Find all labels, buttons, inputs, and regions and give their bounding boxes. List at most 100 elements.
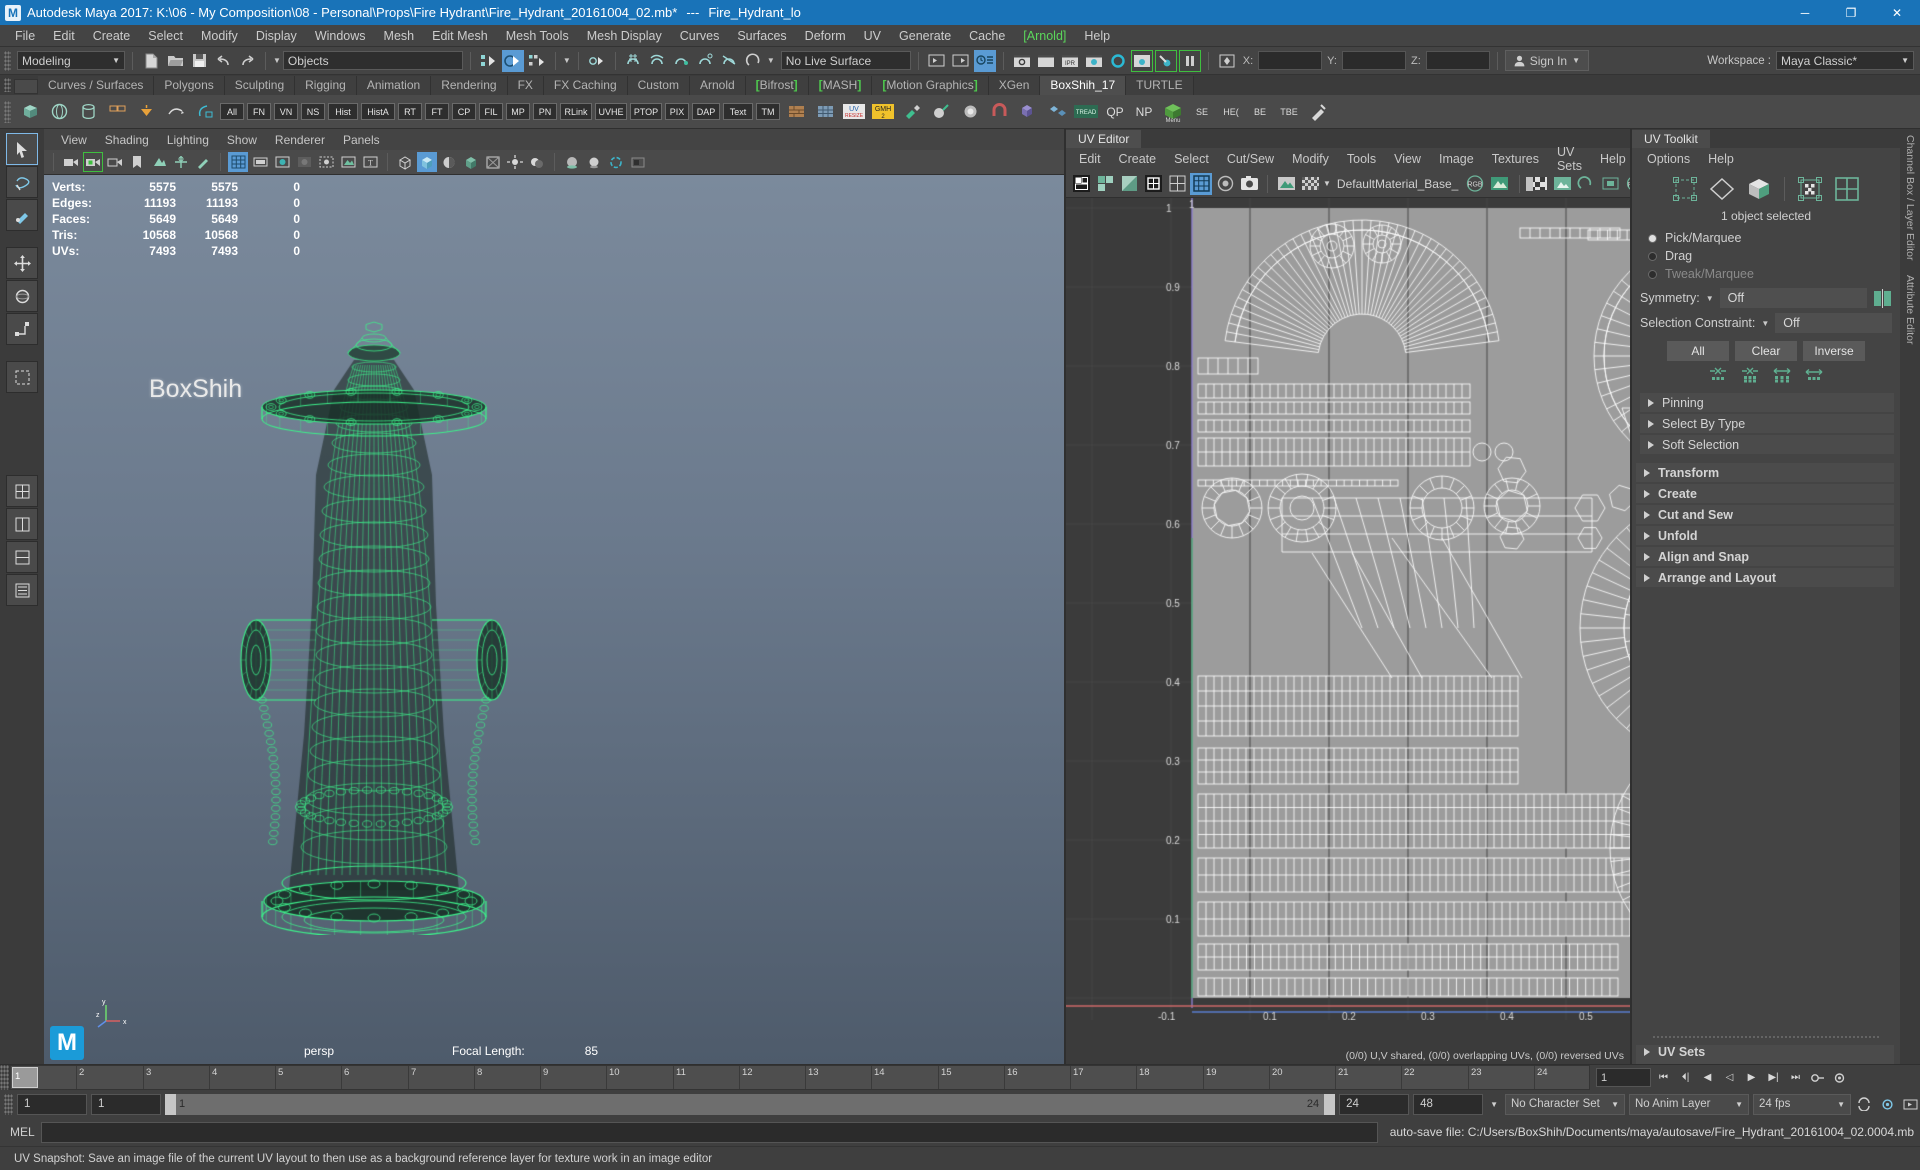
section-pinning[interactable]: Pinning — [1640, 393, 1894, 412]
smooth-tool-icon[interactable] — [957, 98, 983, 126]
menu-uv[interactable]: UV — [855, 27, 890, 45]
select-by-object-icon[interactable] — [501, 49, 524, 72]
section-arrange-and-layout[interactable]: Arrange and Layout — [1636, 568, 1894, 587]
fps-dropdown[interactable]: 24 fps ▼ — [1753, 1093, 1851, 1115]
snap-chevron-icon[interactable]: ▼ — [767, 56, 775, 65]
viewport-canvas[interactable]: Verts: 5575 5575 0 Edges: 11193 11193 0 — [44, 175, 1064, 1064]
new-scene-icon[interactable] — [140, 50, 162, 72]
lasso-tool-icon[interactable] — [6, 166, 38, 198]
toolkit-menu-options[interactable]: Options — [1638, 151, 1699, 167]
anim-start-field[interactable]: 1 — [91, 1093, 161, 1115]
paint-select-tool-icon[interactable] — [6, 199, 38, 231]
tab-uv-editor[interactable]: UV Editor — [1066, 130, 1142, 148]
menu-file[interactable]: File — [6, 27, 44, 45]
exposure-icon[interactable] — [316, 152, 336, 172]
uv-shell-mode-icon[interactable] — [1795, 175, 1825, 203]
view-layout-three-icon[interactable] — [6, 541, 38, 573]
ambient-occlusion-icon[interactable] — [562, 152, 582, 172]
select-tool-icon[interactable] — [6, 133, 38, 165]
section-uv-sets[interactable]: UV Sets — [1636, 1045, 1894, 1064]
select-by-component-icon[interactable] — [526, 50, 548, 72]
undo-icon[interactable] — [212, 50, 234, 72]
gate-mask-icon[interactable] — [294, 152, 314, 172]
section-transform[interactable]: Transform — [1636, 463, 1894, 482]
text-overlay-icon[interactable]: T — [360, 152, 380, 172]
shelf-button-vn[interactable]: VN — [274, 103, 298, 120]
uv-menu-create[interactable]: Create — [1110, 151, 1166, 167]
mode-drag[interactable]: Drag — [1632, 247, 1900, 265]
shelf-button-pn[interactable]: PN — [533, 103, 557, 120]
magnet-tool-icon[interactable] — [986, 98, 1012, 126]
menu-edit-mesh[interactable]: Edit Mesh — [423, 27, 497, 45]
poly-grid-icon[interactable] — [812, 98, 838, 126]
selection-constraint-value[interactable]: Off — [1775, 313, 1892, 333]
shelf-tab-fx[interactable]: FX — [507, 76, 544, 95]
shelf-button-cp[interactable]: CP — [452, 103, 476, 120]
uv-checker-icon[interactable] — [1299, 173, 1321, 195]
uv-display-grid-icon[interactable] — [1166, 173, 1188, 195]
open-outliner-icon[interactable] — [926, 50, 948, 72]
shelf-button-mp[interactable]: MP — [506, 103, 530, 120]
command-language-label[interactable]: MEL — [10, 1125, 35, 1139]
image-plane-icon[interactable] — [149, 152, 169, 172]
range-start-field[interactable]: 1 — [17, 1093, 87, 1115]
arnold-pause-icon[interactable] — [1178, 49, 1201, 72]
uv-menu-help[interactable]: Help — [1591, 151, 1635, 167]
uv-remove-from-isolate-icon[interactable] — [1118, 173, 1140, 195]
light-icon[interactable] — [133, 98, 159, 126]
menu-deform[interactable]: Deform — [796, 27, 855, 45]
uv-snapshot-icon[interactable] — [1238, 173, 1260, 195]
viewport-menu-shading[interactable]: Shading — [96, 132, 158, 148]
grease-pencil-icon[interactable] — [193, 152, 213, 172]
menu-mesh[interactable]: Mesh — [375, 27, 424, 45]
section-create[interactable]: Create — [1636, 484, 1894, 503]
section-soft-selection[interactable]: Soft Selection — [1640, 435, 1894, 454]
section-cut-and-sew[interactable]: Cut and Sew — [1636, 505, 1894, 524]
shelf-tab-bifrost[interactable]: [Bifrost] — [745, 76, 809, 95]
menu-display[interactable]: Display — [247, 27, 306, 45]
np-icon[interactable]: NP — [1131, 98, 1157, 126]
cycle-icon[interactable] — [1855, 1095, 1874, 1114]
shelf-row-grip[interactable] — [4, 100, 11, 123]
range-start-handle[interactable] — [165, 1093, 176, 1115]
uv-baked-texture-icon[interactable] — [1551, 173, 1573, 195]
range-grip[interactable] — [4, 1093, 13, 1115]
move-tool-icon[interactable] — [6, 247, 38, 279]
make-live-icon[interactable] — [743, 50, 765, 72]
two-d-pan-zoom-icon[interactable] — [171, 152, 191, 172]
step-back-frame-icon[interactable]: ◀ — [1698, 1068, 1717, 1087]
shading-and-wireframe-icon[interactable] — [439, 152, 459, 172]
render-view-icon[interactable] — [1011, 50, 1033, 72]
range-bar[interactable]: 1 24 — [165, 1093, 1336, 1115]
paint-skin-weights-icon[interactable] — [899, 98, 925, 126]
menu-cube-icon[interactable]: Menu — [1160, 98, 1186, 126]
current-time-indicator[interactable]: 1 — [12, 1067, 38, 1088]
uv-toggle-grid-icon[interactable] — [1142, 173, 1164, 195]
menu-select[interactable]: Select — [139, 27, 192, 45]
shelf-tab-mash[interactable]: [MASH] — [808, 76, 873, 95]
bookmark-icon[interactable] — [127, 152, 147, 172]
tread-icon[interactable]: TREAD — [1073, 98, 1099, 126]
mask-preset-chevron-icon[interactable]: ▼ — [563, 56, 571, 65]
gmh2-icon[interactable]: GMH 2 — [870, 98, 896, 126]
shelf-button-text[interactable]: Text — [723, 103, 753, 120]
shelf-button-hel[interactable]: HE( — [1218, 98, 1244, 126]
shelf-tab-boxshih-17[interactable]: BoxShih_17 — [1040, 76, 1127, 95]
uv-menu-cut-sew[interactable]: Cut/Sew — [1218, 151, 1283, 167]
snap-to-curve-icon[interactable] — [647, 50, 669, 72]
symmetry-toggle-icon[interactable] — [1873, 288, 1892, 308]
uv-isolate-select-icon[interactable] — [1070, 173, 1092, 195]
shelf-button-hist[interactable]: Hist — [328, 103, 358, 120]
xray-icon[interactable] — [483, 152, 503, 172]
play-forwards-icon[interactable]: ▶ — [1742, 1068, 1761, 1087]
menu-mesh-display[interactable]: Mesh Display — [578, 27, 671, 45]
uv-menu-view[interactable]: View — [1385, 151, 1430, 167]
shelf-tab-curves-surfaces[interactable]: Curves / Surfaces — [38, 76, 155, 95]
uv-display-image-icon[interactable] — [1275, 173, 1297, 195]
menu-windows[interactable]: Windows — [306, 27, 375, 45]
arnold-ipr-icon[interactable] — [1154, 49, 1177, 72]
view-layout-two-icon[interactable] — [6, 508, 38, 540]
live-surface-field[interactable]: No Live Surface — [780, 51, 911, 70]
menu-cache[interactable]: Cache — [960, 27, 1014, 45]
shelf-button-pix[interactable]: PIX — [665, 103, 689, 120]
